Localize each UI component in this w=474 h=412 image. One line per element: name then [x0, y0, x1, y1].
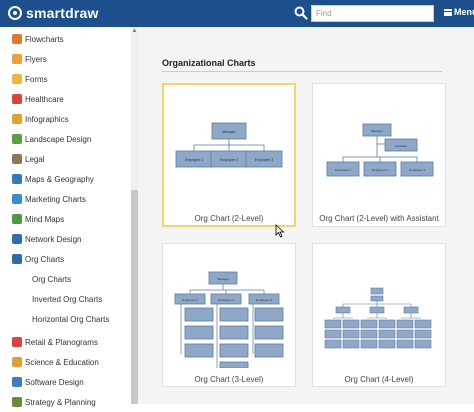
logo-icon	[8, 6, 22, 20]
form-icon	[12, 74, 22, 84]
svg-text:Employee 1: Employee 1	[185, 158, 204, 162]
section-divider	[162, 71, 442, 72]
flowchart-icon	[12, 34, 22, 44]
section-title: Organizational Charts	[162, 58, 256, 68]
map-icon	[12, 174, 22, 184]
search-icon[interactable]	[294, 6, 308, 20]
top-bar: smartdraw Menu	[0, 0, 474, 27]
template-gallery: Organizational Charts Manager Employee 1…	[138, 27, 474, 404]
healthcare-icon	[12, 94, 22, 104]
flyer-icon	[12, 54, 22, 64]
template-caption: Org Chart (4-Level)	[344, 375, 414, 384]
org-chart-3-level-thumbnail: Manager Employee 1 Employee 2 Employee 3	[174, 271, 284, 368]
legal-icon	[12, 154, 22, 164]
svg-text:Assistant: Assistant	[395, 144, 407, 148]
strategy-icon	[12, 397, 22, 407]
search-input[interactable]	[311, 5, 434, 22]
brand-name: smartdraw	[26, 5, 99, 21]
template-card-org-chart-3-level[interactable]: Manager Employee 1 Employee 2 Employee 3…	[162, 243, 296, 387]
sidebar-scrollbar-thumb[interactable]	[131, 190, 138, 404]
svg-text:Employee 2: Employee 2	[220, 158, 239, 162]
svg-text:Employee 3: Employee 3	[256, 298, 272, 302]
svg-text:Manager: Manager	[217, 277, 229, 281]
menu-button[interactable]: Menu	[444, 7, 474, 17]
template-caption: Org Chart (2-Level) with Assistant	[319, 214, 439, 223]
infographic-icon	[12, 114, 22, 124]
svg-text:Manager: Manager	[371, 129, 383, 133]
template-caption: Org Chart (2-Level)	[194, 214, 264, 223]
science-icon	[12, 357, 22, 367]
smartdraw-logo[interactable]: smartdraw	[8, 5, 99, 21]
svg-text:Manager: Manager	[222, 130, 237, 134]
svg-text:Employee 3: Employee 3	[409, 168, 425, 172]
template-card-org-chart-2-level[interactable]: Manager Employee 1 Employee 2 Employee 3…	[162, 83, 296, 227]
network-icon	[12, 234, 22, 244]
landscape-icon	[12, 134, 22, 144]
category-sidebar: Flowcharts Flyers Forms Healthcare Infog…	[0, 27, 138, 407]
org-chart-4-level-thumbnail	[324, 287, 432, 349]
template-caption: Org Chart (3-Level)	[194, 375, 264, 384]
mind-map-icon	[12, 214, 22, 224]
hamburger-icon	[444, 8, 452, 16]
retail-icon	[12, 337, 22, 347]
template-card-org-chart-2-level-assistant[interactable]: Manager Assistant Employee 1 Employee 2 …	[312, 83, 446, 227]
menu-label: Menu	[454, 7, 474, 17]
svg-text:Employee 3: Employee 3	[255, 158, 274, 162]
svg-text:Employee 2: Employee 2	[218, 298, 234, 302]
org-chart-assistant-thumbnail: Manager Assistant Employee 1 Employee 2 …	[326, 123, 434, 177]
scroll-up-arrow-icon[interactable]: ▲	[131, 28, 138, 35]
mouse-cursor-icon	[275, 224, 285, 238]
software-icon	[12, 377, 22, 387]
svg-text:Employee 1: Employee 1	[335, 168, 351, 172]
svg-text:Employee 1: Employee 1	[182, 298, 198, 302]
marketing-chart-icon	[12, 194, 22, 204]
org-chart-2-level-thumbnail: Manager Employee 1 Employee 2 Employee 3	[175, 122, 283, 168]
svg-text:Employee 2: Employee 2	[372, 168, 388, 172]
org-chart-icon	[12, 254, 22, 264]
template-card-org-chart-4-level[interactable]: Org Chart (4-Level)	[312, 243, 446, 387]
